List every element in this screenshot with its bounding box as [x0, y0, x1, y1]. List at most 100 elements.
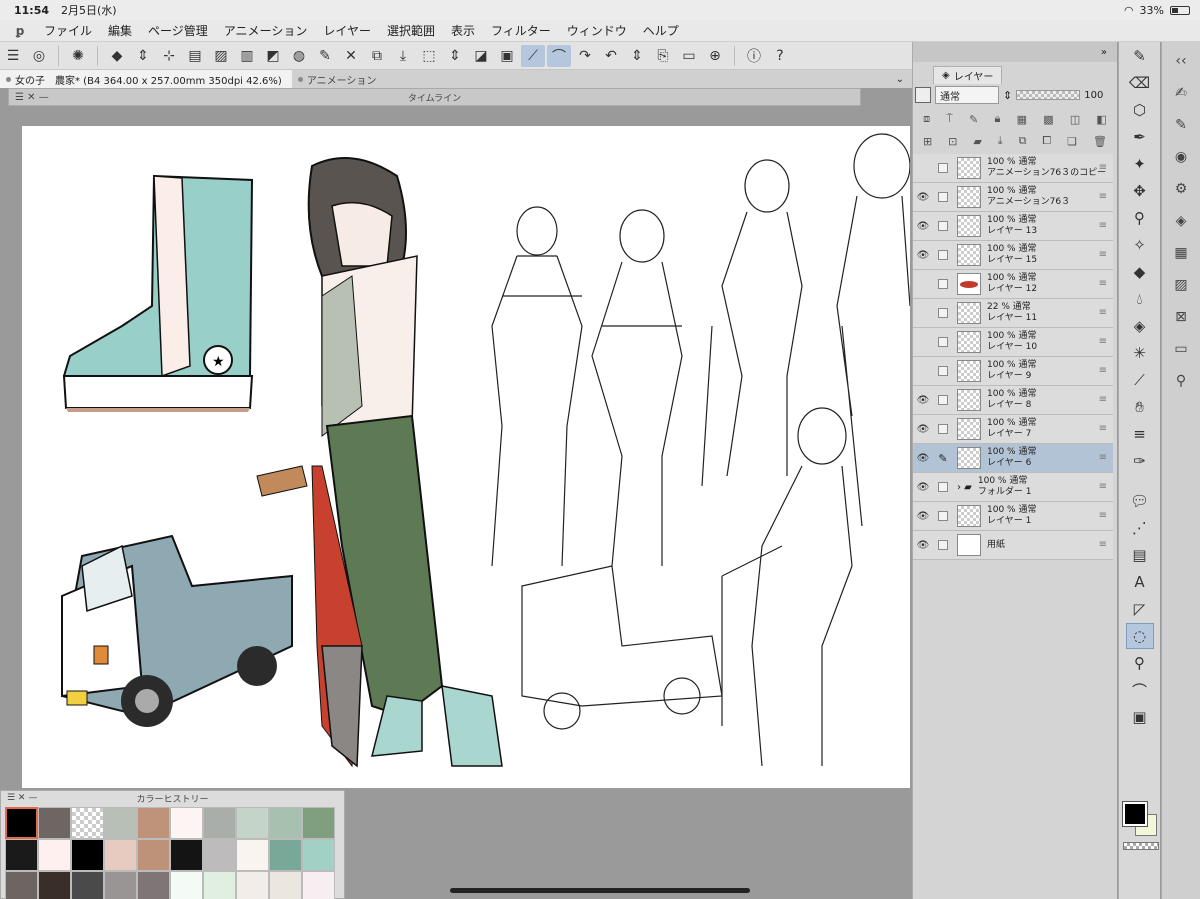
color-swatch[interactable]: [236, 839, 269, 871]
color-swatch[interactable]: [71, 807, 104, 839]
blend-mode-select[interactable]: 通常: [935, 86, 999, 104]
layer-checkbox[interactable]: [938, 366, 948, 376]
layer-row[interactable]: 👁︎ 100 % 通常 レイヤー 1 ≡: [913, 502, 1113, 531]
layer-checkbox[interactable]: [938, 163, 948, 173]
mask-icon[interactable]: ▩: [1043, 113, 1053, 126]
loading-icon[interactable]: ✺: [66, 45, 90, 67]
drag-handle-icon[interactable]: ≡: [1099, 539, 1107, 550]
navigator-icon[interactable]: ⚲: [1168, 368, 1194, 394]
collapse-icon[interactable]: »: [1101, 47, 1107, 58]
layer-row[interactable]: 👁︎ 用紙 ≡: [913, 531, 1113, 560]
opacity-value[interactable]: 100: [1084, 90, 1103, 101]
eye-icon[interactable]: 👁︎: [913, 192, 933, 203]
speech-bubble-icon[interactable]: 💬︎: [1126, 488, 1154, 514]
menu-view[interactable]: 表示: [451, 22, 475, 39]
color-swatch[interactable]: [302, 807, 335, 839]
material-icon[interactable]: ⚙: [1168, 176, 1194, 202]
eye-icon[interactable]: 👁︎: [913, 482, 933, 493]
tone-tool-icon[interactable]: ⋰: [1126, 515, 1154, 541]
layer-row[interactable]: 👁︎ 100 % 通常 レイヤー 13 ≡: [913, 212, 1113, 241]
drag-handle-icon[interactable]: ≡: [1099, 336, 1107, 347]
layer-row[interactable]: 👁︎ 100 % 通常 レイヤー 7 ≡: [913, 415, 1113, 444]
move-icon[interactable]: ✥: [1126, 178, 1154, 204]
color-swatch[interactable]: [38, 839, 71, 871]
fill-icon[interactable]: ◆: [105, 45, 129, 67]
new-file-icon[interactable]: ⊕: [703, 45, 727, 67]
brush-icon[interactable]: ✎: [1168, 112, 1194, 138]
copy-layer-icon[interactable]: ⧉: [365, 45, 389, 67]
menu-lines-icon[interactable]: ≡: [1126, 421, 1154, 447]
gradient-corner-icon[interactable]: ◸: [1126, 596, 1154, 622]
drawing-canvas[interactable]: ★: [22, 126, 910, 788]
layer-row[interactable]: 100 % 通常 レイヤー 10 ≡: [913, 328, 1113, 357]
layer-row[interactable]: 👁︎ › ▰ 100 % 通常 フォルダー 1 ≡: [913, 473, 1113, 502]
drag-handle-icon[interactable]: ≡: [1099, 452, 1107, 463]
menu-file[interactable]: ファイル: [44, 22, 92, 39]
tab-document[interactable]: 女の子 農家* (B4 364.00 x 257.00mm 350dpi 42.…: [0, 70, 292, 88]
brush-tool-icon[interactable]: ⌒: [547, 44, 571, 67]
pen-nib-icon[interactable]: ✒: [1126, 124, 1154, 150]
panel-icon[interactable]: ▥: [235, 45, 259, 67]
eye-icon[interactable]: 👁︎: [913, 424, 933, 435]
draft-icon[interactable]: ✎: [969, 113, 978, 126]
eyedropper-icon[interactable]: ⟋: [1126, 367, 1154, 393]
folder-icon[interactable]: › ▰: [957, 482, 972, 493]
menu-page[interactable]: ページ管理: [148, 22, 208, 39]
app-logo-icon[interactable]: ꝑ: [10, 24, 30, 38]
color-swatch[interactable]: [203, 839, 236, 871]
color-swatch[interactable]: [302, 871, 335, 899]
color-selector[interactable]: [1122, 801, 1159, 850]
color-swatch[interactable]: [137, 839, 170, 871]
home-indicator[interactable]: [450, 888, 750, 893]
tab-animation[interactable]: アニメーション: [291, 70, 387, 88]
menu-layer[interactable]: レイヤー: [323, 22, 371, 39]
drag-handle-icon[interactable]: ≡: [1099, 394, 1107, 405]
drag-handle-icon[interactable]: ≡: [1099, 278, 1107, 289]
transfer-down-icon[interactable]: ⤓: [998, 134, 1003, 148]
curve-icon[interactable]: ⌒: [1126, 677, 1154, 703]
layer-checkbox[interactable]: [938, 279, 948, 289]
up-down-icon[interactable]: ⇕: [443, 45, 467, 67]
layer-checkbox[interactable]: [938, 395, 948, 405]
redo-icon[interactable]: ↷: [573, 45, 597, 67]
duplicate-icon[interactable]: ❏: [1067, 135, 1077, 148]
drag-handle-icon[interactable]: ≡: [1099, 220, 1107, 231]
drag-handle-icon[interactable]: ≡: [1099, 423, 1107, 434]
eye-icon[interactable]: 👁︎: [913, 453, 933, 464]
pen-tool-icon[interactable]: ✎: [1126, 43, 1154, 69]
trash-icon[interactable]: 🗑︎: [1093, 135, 1107, 148]
invert-selection-icon[interactable]: ◪: [469, 45, 493, 67]
layer-row[interactable]: 👁︎ 100 % 通常 アニメーション76３ ≡: [913, 183, 1113, 212]
up-down-icon[interactable]: ⇕: [1003, 89, 1012, 102]
close-x-icon[interactable]: ✕: [339, 45, 363, 67]
lock-alpha-icon[interactable]: ▦: [1017, 113, 1027, 126]
new-raster-icon[interactable]: ⊞: [923, 135, 932, 148]
color-swatch[interactable]: [236, 807, 269, 839]
drag-handle-icon[interactable]: ≡: [1099, 307, 1107, 318]
layer-row[interactable]: 100 % 通常 レイヤー 9 ≡: [913, 357, 1113, 386]
color-swatch[interactable]: [71, 871, 104, 899]
preview-icon[interactable]: ▭: [677, 45, 701, 67]
undo-icon[interactable]: ↶: [599, 45, 623, 67]
eye-icon[interactable]: 👁︎: [913, 540, 933, 551]
tab-layer[interactable]: ◈ レイヤー: [933, 66, 1003, 84]
drag-handle-icon[interactable]: ≡: [1099, 365, 1107, 376]
layer-row[interactable]: 👁︎ 100 % 通常 レイヤー 8 ≡: [913, 386, 1113, 415]
line-tool-icon[interactable]: ⟋: [521, 44, 545, 67]
color-swatch[interactable]: [269, 839, 302, 871]
new-vector-icon[interactable]: ⊡: [948, 135, 957, 148]
eraser-icon[interactable]: ◈: [1126, 313, 1154, 339]
layer-checkbox[interactable]: [938, 424, 948, 434]
save-icon[interactable]: ⤓: [391, 45, 415, 67]
object-select-icon[interactable]: ⬡: [1126, 97, 1154, 123]
brush-size-icon[interactable]: ✍: [1168, 80, 1194, 106]
color-wheel-icon[interactable]: ◍: [287, 45, 311, 67]
tone-icon[interactable]: ◩: [261, 45, 285, 67]
layer-checkbox[interactable]: [938, 192, 948, 202]
up-down-icon[interactable]: ⇕: [131, 45, 155, 67]
blend-icon[interactable]: 💧︎: [1126, 286, 1154, 312]
spray-icon[interactable]: ✳: [1126, 340, 1154, 366]
property-icon[interactable]: ▤: [183, 45, 207, 67]
foreground-color[interactable]: [1122, 801, 1148, 827]
info-icon[interactable]: ⓘ: [742, 45, 766, 67]
